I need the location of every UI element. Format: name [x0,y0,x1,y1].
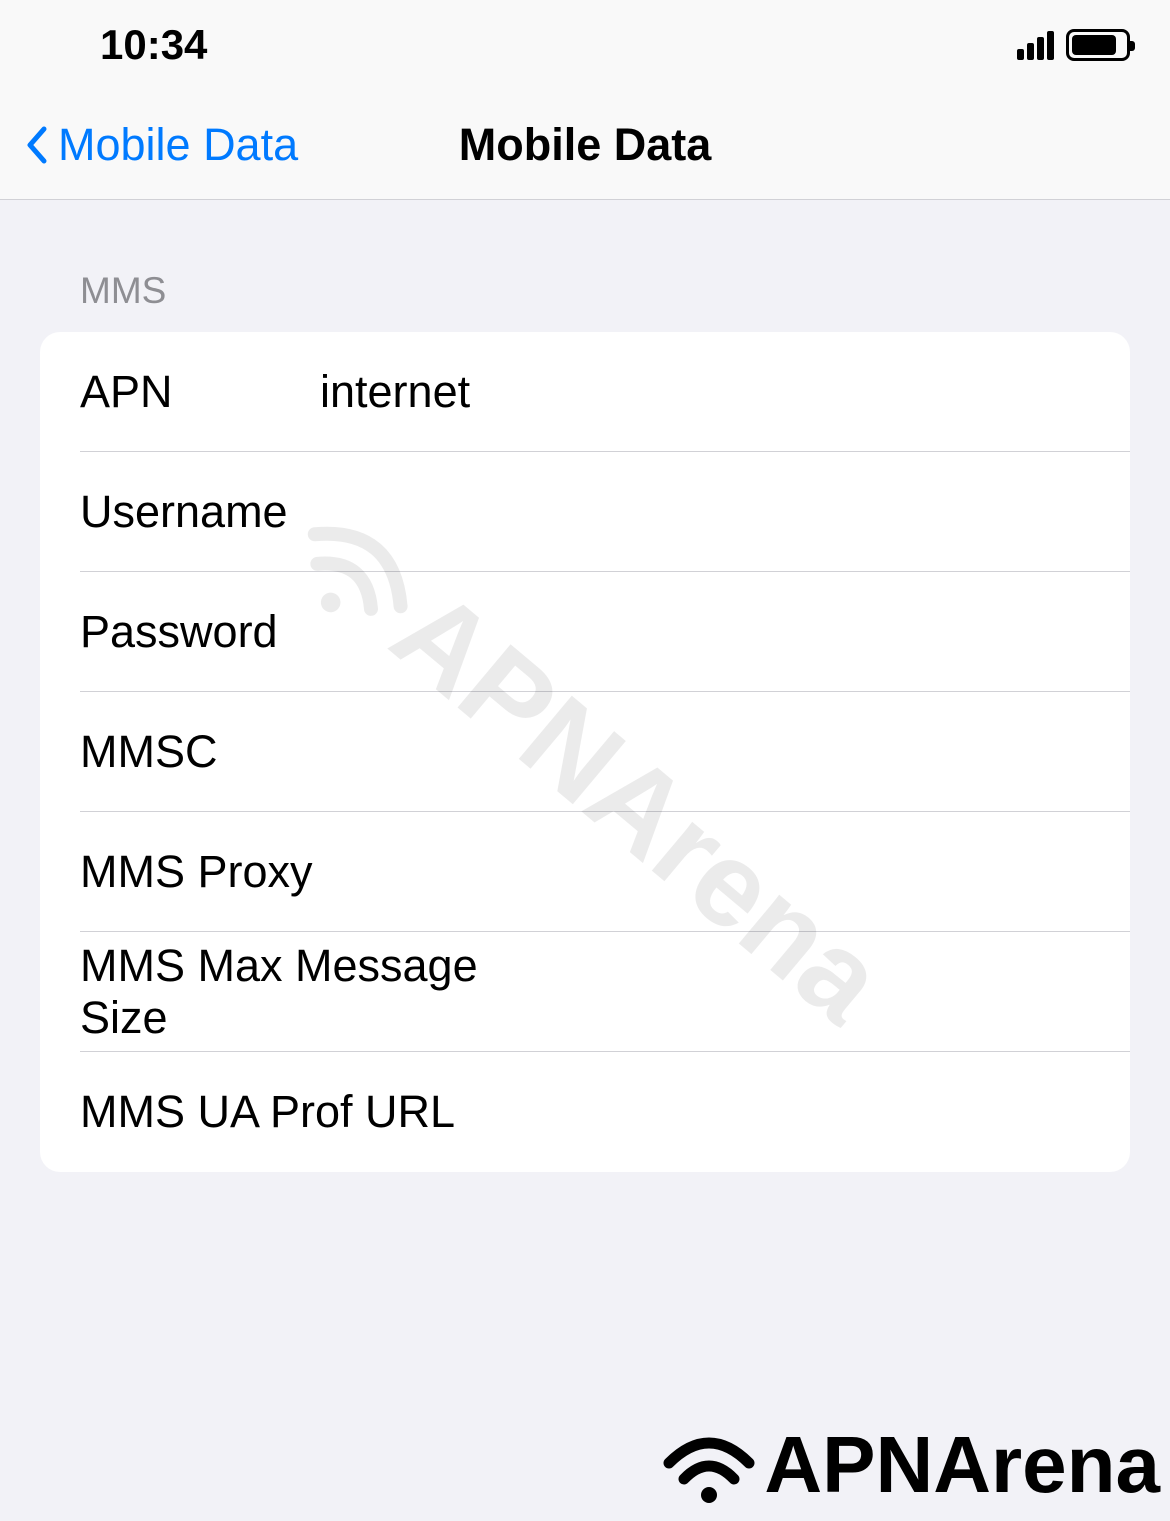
mms-proxy-row[interactable]: MMS Proxy [40,812,1130,932]
back-button[interactable]: Mobile Data [0,119,298,171]
mms-proxy-label: MMS Proxy [80,846,320,898]
mmsc-input[interactable] [320,726,1130,778]
mms-proxy-input[interactable] [320,846,1130,898]
mms-ua-prof-label: MMS UA Prof URL [80,1086,455,1138]
footer-brand-text: APNArena [764,1419,1160,1511]
password-row[interactable]: Password [40,572,1130,692]
mmsc-row[interactable]: MMSC [40,692,1130,812]
status-bar: 10:34 [0,0,1170,90]
password-label: Password [80,606,320,658]
nav-bar: Mobile Data Mobile Data [0,90,1170,200]
page-title: Mobile Data [459,119,712,171]
mms-ua-prof-input[interactable] [455,1086,1130,1138]
footer-brand: APNArena [659,1419,1160,1511]
content: MMS APN Username Password MMSC MMS Proxy… [0,200,1170,1172]
apn-row[interactable]: APN [40,332,1130,452]
mmsc-label: MMSC [80,726,320,778]
password-input[interactable] [320,606,1130,658]
wifi-icon [659,1425,759,1505]
signal-icon [1017,30,1054,60]
mms-ua-prof-row[interactable]: MMS UA Prof URL [40,1052,1130,1172]
battery-icon [1066,29,1130,61]
status-icons [1017,29,1130,61]
mms-max-size-row[interactable]: MMS Max Message Size [40,932,1130,1052]
mms-max-size-input[interactable] [551,966,1130,1018]
chevron-left-icon [22,120,50,170]
back-label: Mobile Data [58,119,298,171]
settings-group: APN Username Password MMSC MMS Proxy MMS… [40,332,1130,1172]
apn-input[interactable] [320,366,1130,418]
section-header: MMS [40,270,1130,332]
username-input[interactable] [320,486,1130,538]
status-time: 10:34 [100,21,207,69]
username-row[interactable]: Username [40,452,1130,572]
username-label: Username [80,486,320,538]
apn-label: APN [80,366,320,418]
mms-max-size-label: MMS Max Message Size [80,940,551,1044]
